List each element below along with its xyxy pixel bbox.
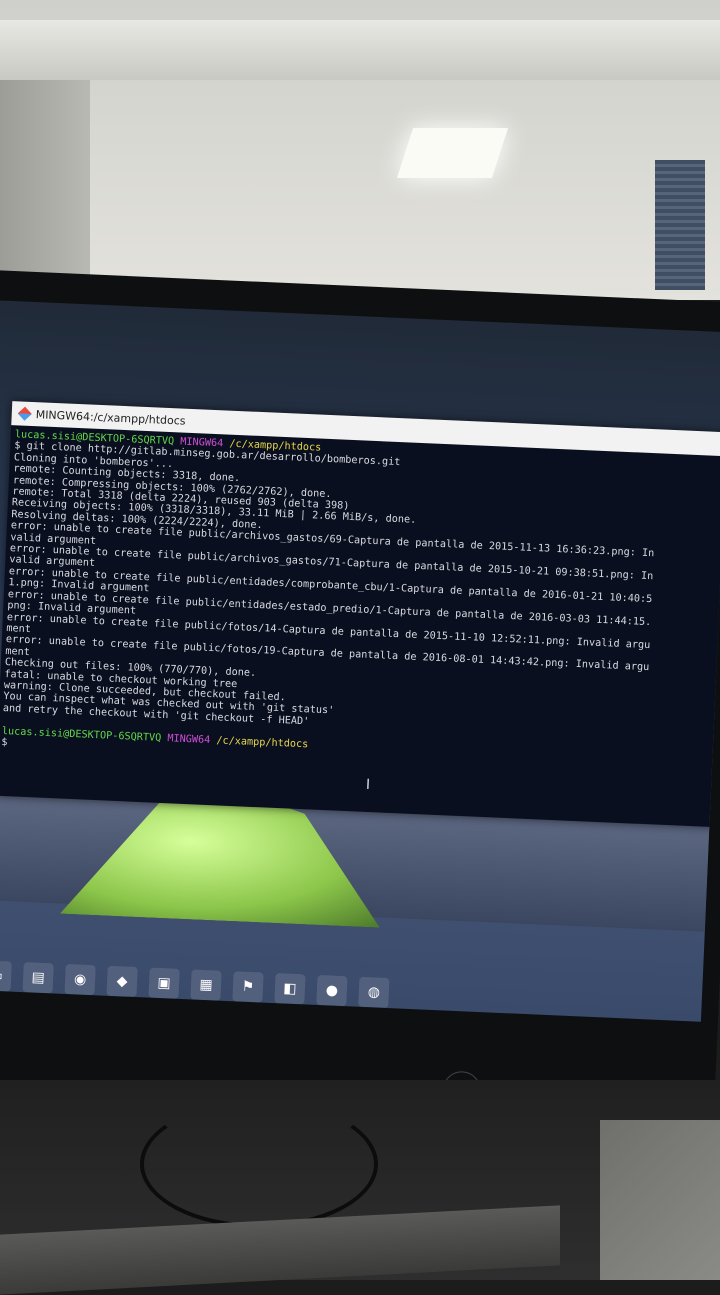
firefox-icon[interactable]: ●: [316, 974, 348, 1007]
window-blinds: [655, 160, 705, 290]
app-icon-3[interactable]: ◧: [274, 973, 306, 1005]
office-background: [0, 0, 720, 300]
app-icon[interactable]: ▣: [148, 967, 180, 999]
chrome-icon[interactable]: ◉: [64, 963, 96, 996]
monitor: MINGW64:/c/xampp/htdocs lucas.sisi@DESKT…: [0, 270, 720, 1123]
prompt-env: MINGW64: [167, 732, 211, 746]
task-view-icon[interactable]: ▭: [0, 960, 12, 992]
text-cursor-icon: I: [365, 776, 371, 794]
taskbar: ▭ ▤ ◉ ◆ ▣ ▦ ⚑ ◧ ● ◍: [0, 955, 716, 1022]
image-viewer-icon[interactable]: ▦: [190, 969, 222, 1001]
wall: [0, 80, 90, 280]
terminal-window[interactable]: MINGW64:/c/xampp/htdocs lucas.sisi@DESKT…: [0, 401, 720, 828]
app-icon-2[interactable]: ⚑: [232, 971, 264, 1003]
desktop-screen: MINGW64:/c/xampp/htdocs lucas.sisi@DESKT…: [0, 300, 720, 1022]
git-bash-icon: [17, 406, 32, 421]
ceiling-light: [396, 128, 509, 178]
git-bash-icon[interactable]: ◆: [106, 965, 138, 998]
window-title: MINGW64:/c/xampp/htdocs: [35, 407, 186, 428]
file-explorer-icon[interactable]: ▤: [22, 962, 54, 994]
cable: [140, 1100, 378, 1228]
terminal-output[interactable]: lucas.sisi@DESKTOP-6SQRTVQ MINGW64 /c/xa…: [0, 425, 720, 824]
app-icon-4[interactable]: ◍: [358, 976, 390, 1009]
desk-surface: [600, 1120, 720, 1280]
ceiling: [0, 20, 720, 80]
